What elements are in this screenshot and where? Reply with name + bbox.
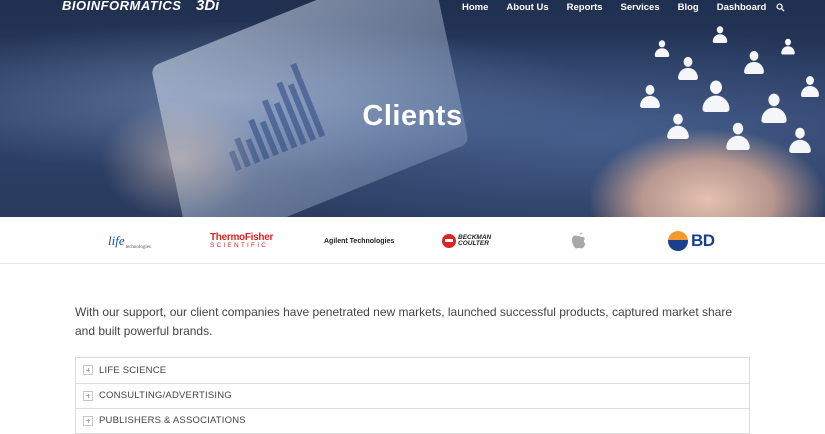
person-icon xyxy=(781,38,796,56)
beckman-logo-line2: COULTER xyxy=(458,240,489,247)
nav-item-about-us[interactable]: About Us xyxy=(506,2,548,13)
accordion-item-label: CONSULTING/ADVERTISING xyxy=(99,390,232,402)
client-category-accordion: LIFE SCIENCE CONSULTING/ADVERTISING PUBL… xyxy=(75,357,750,434)
bd-logo-text: BD xyxy=(691,231,715,250)
accordion-item-life-science[interactable]: LIFE SCIENCE xyxy=(75,357,750,383)
thermo-fisher-logo: ThermoFisher SCIENTIFIC xyxy=(210,227,273,255)
page-title: Clients xyxy=(362,100,463,132)
accordion-item-label: LIFE SCIENCE xyxy=(99,364,167,376)
nav-item-reports[interactable]: Reports xyxy=(567,2,603,13)
main-nav: Home About Us Reports Services Blog Dash… xyxy=(462,2,784,13)
person-icon xyxy=(677,56,699,81)
apple-icon xyxy=(572,232,586,249)
bd-sun-mark xyxy=(668,231,688,251)
bd-logo: BD xyxy=(668,227,715,255)
person-icon xyxy=(654,40,670,58)
client-logos-strip: life technologies ThermoFisher SCIENTIFI… xyxy=(0,217,825,264)
beckman-coulter-logo: BECKMAN COULTER xyxy=(442,227,491,255)
plus-icon xyxy=(83,390,93,401)
person-icon xyxy=(743,50,765,75)
life-technologies-logo: life technologies xyxy=(108,227,151,255)
person-icon xyxy=(712,26,728,44)
thermo-fisher-logo-line2: SCIENTIFIC xyxy=(210,241,269,249)
accordion-item-label: PUBLISHERS & ASSOCIATIONS xyxy=(99,415,246,427)
search-icon[interactable] xyxy=(776,3,785,12)
partner-logo[interactable]: 3Di xyxy=(196,0,219,14)
accordion-item-consulting-advertising[interactable]: CONSULTING/ADVERTISING xyxy=(75,382,750,408)
hero-banner: BIOINFORMATICS 3Di Home About Us Reports… xyxy=(0,0,825,217)
nav-item-services[interactable]: Services xyxy=(621,2,660,13)
plus-icon xyxy=(83,415,93,426)
nav-item-blog[interactable]: Blog xyxy=(678,2,699,13)
agilent-logo: Agilent Technologies xyxy=(324,237,395,245)
intro-paragraph: With our support, our client companies h… xyxy=(75,305,733,338)
life-technologies-logo-subtext: technologies xyxy=(125,244,151,250)
top-navbar: BIOINFORMATICS 3Di Home About Us Reports… xyxy=(0,0,825,18)
plus-icon xyxy=(83,365,93,376)
site-logo[interactable]: BIOINFORMATICS xyxy=(62,0,181,13)
nav-item-home[interactable]: Home xyxy=(462,2,488,13)
person-icon xyxy=(800,76,820,98)
life-technologies-logo-text: life xyxy=(108,233,125,248)
nav-item-dashboard[interactable]: Dashboard xyxy=(717,2,767,13)
beckman-coulter-mark xyxy=(442,234,456,248)
apple-logo xyxy=(570,227,590,255)
